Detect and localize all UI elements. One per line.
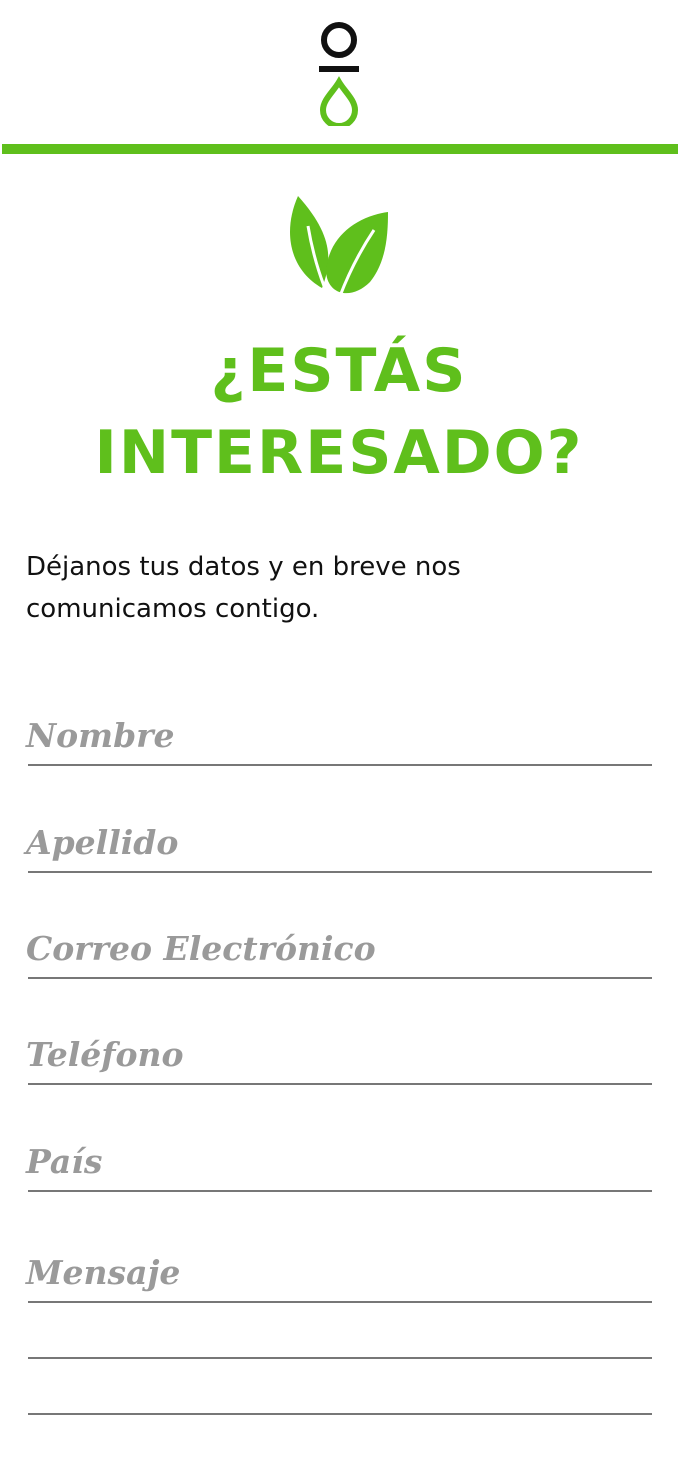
nombre-field[interactable]: Nombre — [26, 700, 652, 766]
correo-underline — [28, 977, 652, 979]
leaves-icon — [290, 196, 388, 297]
page-title-line-2: INTERESADO? — [94, 418, 584, 488]
correo-field[interactable]: Correo Electrónico — [26, 912, 652, 979]
apellido-underline — [28, 871, 652, 873]
apellido-field[interactable]: Apellido — [26, 806, 652, 873]
telefono-placeholder: Teléfono — [26, 1035, 184, 1074]
intro-line-1: Déjanos tus datos y en breve nos — [26, 552, 461, 582]
nombre-placeholder: Nombre — [26, 716, 175, 755]
pais-underline — [28, 1190, 652, 1192]
drop-logo-icon[interactable] — [317, 20, 361, 126]
pais-placeholder: País — [26, 1142, 103, 1181]
mensaje-field[interactable]: Mensaje — [26, 1240, 652, 1303]
header-divider — [2, 144, 678, 154]
intro-line-2: comunicamos contigo. — [26, 594, 320, 624]
telefono-field[interactable]: Teléfono — [26, 1019, 652, 1085]
apellido-placeholder: Apellido — [26, 823, 179, 862]
page-title-line-1: ¿ESTÁS — [210, 336, 468, 406]
mensaje-line-2 — [28, 1357, 652, 1359]
page-title: ¿ESTÁS INTERESADO? — [0, 330, 678, 494]
mensaje-placeholder: Mensaje — [26, 1253, 181, 1292]
mensaje-line-3 — [28, 1413, 652, 1415]
header — [0, 0, 678, 144]
nombre-underline — [28, 764, 652, 766]
intro-text: Déjanos tus datos y en breve nos comunic… — [26, 546, 646, 630]
correo-placeholder: Correo Electrónico — [26, 929, 376, 968]
telefono-underline — [28, 1083, 652, 1085]
pais-field[interactable]: País — [26, 1125, 652, 1192]
mensaje-underline — [28, 1301, 652, 1303]
